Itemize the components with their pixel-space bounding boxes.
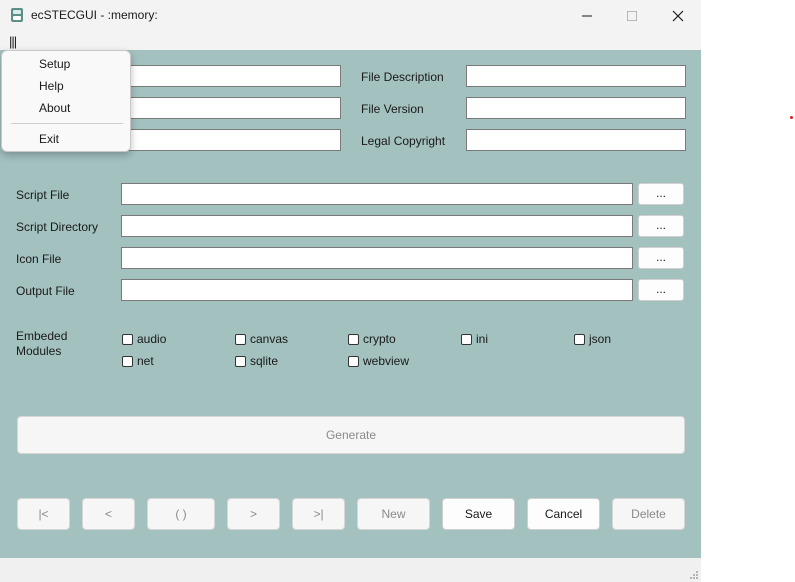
title-bar[interactable]: ecSTECGUI - :memory: <box>0 0 701 32</box>
modules-label-line2: Modules <box>16 344 62 358</box>
legal-copyright-label: Legal Copyright <box>361 134 446 148</box>
module-audio-label: audio <box>137 332 167 346</box>
file-description-label: File Description <box>361 70 444 84</box>
module-sqlite-label: sqlite <box>250 354 279 368</box>
output-file-browse-button[interactable]: ... <box>638 279 684 301</box>
legal-copyright-input[interactable] <box>466 129 686 151</box>
file-version-label: File Version <box>361 102 424 116</box>
module-net-checkbox[interactable]: net <box>122 353 154 369</box>
module-json-label: json <box>589 332 612 346</box>
hamburger-menu-icon[interactable]: ||| <box>9 34 17 49</box>
menu-item-setup[interactable]: Setup <box>39 57 70 71</box>
maximize-button[interactable] <box>609 0 655 32</box>
checkbox-box[interactable] <box>122 333 133 345</box>
menu-separator <box>11 123 123 124</box>
script-file-browse-button[interactable]: ... <box>638 183 684 205</box>
checkbox-box[interactable] <box>574 333 585 345</box>
app-window: ecSTECGUI - :memory: ||| File Descriptio… <box>0 0 701 582</box>
script-directory-label: Script Directory <box>16 220 99 234</box>
module-ini-label: ini <box>476 332 489 346</box>
output-file-input[interactable] <box>121 279 633 301</box>
close-icon <box>672 10 684 22</box>
script-directory-browse-button[interactable]: ... <box>638 215 684 237</box>
cursor-dot <box>790 116 793 119</box>
maximize-icon <box>627 11 637 21</box>
previous-record-button[interactable]: < <box>82 498 135 530</box>
menu-item-help[interactable]: Help <box>39 79 64 93</box>
menu-bar: ||| <box>0 32 701 50</box>
delete-button[interactable]: Delete <box>612 498 685 530</box>
left-field-1-input[interactable] <box>120 65 341 87</box>
checkbox-box[interactable] <box>348 333 359 345</box>
generate-button[interactable]: Generate <box>17 416 685 454</box>
module-audio-checkbox[interactable]: audio <box>122 331 166 347</box>
status-bar <box>0 558 701 582</box>
checkbox-box[interactable] <box>235 333 246 345</box>
cancel-button[interactable]: Cancel <box>527 498 600 530</box>
icon-file-browse-button[interactable]: ... <box>638 247 684 269</box>
script-file-input[interactable] <box>121 183 633 205</box>
close-button[interactable] <box>655 0 701 32</box>
icon-file-input[interactable] <box>121 247 633 269</box>
new-button[interactable]: New <box>357 498 430 530</box>
module-crypto-checkbox[interactable]: crypto <box>348 331 396 347</box>
module-net-label: net <box>137 354 154 368</box>
app-popup-menu: Setup Help About Exit <box>1 50 131 152</box>
first-record-button[interactable]: |< <box>17 498 70 530</box>
window-title: ecSTECGUI - :memory: <box>31 8 158 22</box>
next-record-button[interactable]: > <box>227 498 280 530</box>
file-description-input[interactable] <box>466 65 686 87</box>
current-record-button[interactable]: ( ) <box>147 498 215 530</box>
minimize-icon <box>582 15 592 17</box>
modules-label-line1: Embeded <box>16 329 68 343</box>
module-webview-label: webview <box>363 354 410 368</box>
last-record-button[interactable]: >| <box>292 498 345 530</box>
module-webview-checkbox[interactable]: webview <box>348 353 409 369</box>
checkbox-box[interactable] <box>348 355 359 367</box>
menu-item-about[interactable]: About <box>39 101 70 115</box>
left-field-3-input[interactable] <box>120 129 341 151</box>
icon-file-label: Icon File <box>16 252 62 266</box>
resize-grip-icon[interactable] <box>689 570 699 580</box>
script-file-label: Script File <box>16 188 70 202</box>
output-file-label: Output File <box>16 284 75 298</box>
module-crypto-label: crypto <box>363 332 396 346</box>
save-button[interactable]: Save <box>442 498 515 530</box>
module-canvas-checkbox[interactable]: canvas <box>235 331 288 347</box>
module-json-checkbox[interactable]: json <box>574 331 611 347</box>
file-version-input[interactable] <box>466 97 686 119</box>
checkbox-box[interactable] <box>122 355 133 367</box>
app-icon <box>9 7 25 23</box>
script-directory-input[interactable] <box>121 215 633 237</box>
module-canvas-label: canvas <box>250 332 289 346</box>
checkbox-box[interactable] <box>461 333 472 345</box>
menu-item-exit[interactable]: Exit <box>39 132 59 146</box>
module-sqlite-checkbox[interactable]: sqlite <box>235 353 278 369</box>
minimize-button[interactable] <box>564 0 610 32</box>
checkbox-box[interactable] <box>235 355 246 367</box>
module-ini-checkbox[interactable]: ini <box>461 331 488 347</box>
left-field-2-input[interactable] <box>120 97 341 119</box>
